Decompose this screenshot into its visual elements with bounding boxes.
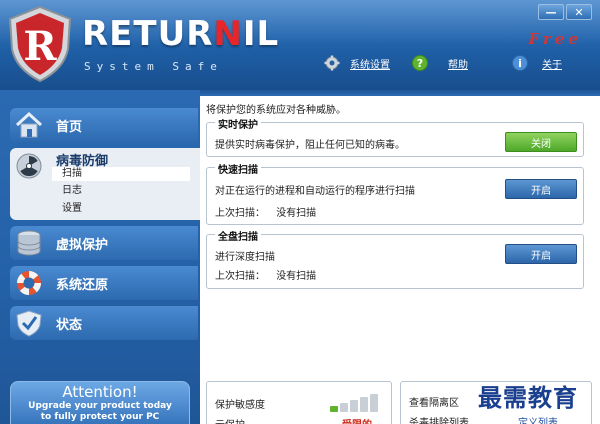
about-label: 关于 [542, 59, 562, 71]
sidebar-item-status[interactable]: 状态 [10, 306, 198, 340]
brand-tagline: System Safe [84, 60, 223, 73]
sidebar-item-virtual-protection[interactable]: 虚拟保护 [10, 226, 198, 260]
define-list-link[interactable]: 定义列表 [518, 414, 558, 424]
meter-bar [340, 403, 348, 412]
upgrade-title: Attention! [62, 383, 138, 401]
help-label: 帮助 [448, 59, 468, 71]
section-title: 实时保护 [215, 116, 261, 131]
sensitivity-level: 受限的 [342, 416, 372, 424]
about-link[interactable]: i 关于 [512, 55, 562, 71]
sensitivity-label: 保护敏感度 [215, 400, 265, 411]
section-description: 提供实时病毒保护，阻止任何已知的病毒。 [215, 140, 405, 151]
meter-bar [370, 394, 378, 412]
sidebar-item-system-restore[interactable]: 系统还原 [10, 266, 198, 300]
cloud-protection-label: 云保护 [215, 416, 245, 424]
section-title: 快速扫描 [215, 161, 261, 176]
sidebar-item-virus-defense[interactable]: 病毒防御 [10, 148, 200, 220]
svg-text:R: R [23, 23, 57, 70]
settings-link[interactable]: 系统设置 [324, 55, 390, 71]
sidebar-subitem-settings[interactable]: 设置 [52, 202, 82, 216]
window-controls: — ✕ [538, 4, 592, 20]
full-scan-start-button[interactable]: 开启 [505, 244, 577, 264]
section-description: 对正在运行的进程和自动运行的程序进行扫描 [215, 186, 415, 197]
upgrade-line-1: Upgrade your product today [28, 401, 172, 411]
brand-name: RETURNIL [82, 14, 280, 54]
meter-bar [360, 397, 368, 412]
app-window: R RETURNIL System Safe Free — ✕ 系统设置 ? 帮… [0, 0, 600, 424]
full-scan-section: 全盘扫描 进行深度扫描 上次扫描： 没有扫描 开启 [206, 228, 584, 289]
last-scan-row: 上次扫描： 没有扫描 [215, 204, 316, 219]
last-scan-value: 没有扫描 [276, 208, 317, 219]
info-icon: i [512, 55, 528, 71]
section-title: 全盘扫描 [215, 228, 261, 243]
close-button[interactable]: ✕ [566, 4, 592, 20]
sidebar-item-label: 状态 [56, 317, 83, 333]
section-description: 进行深度扫描 [215, 252, 275, 263]
upgrade-line-2: to fully protect your PC [40, 412, 160, 422]
help-link[interactable]: ? 帮助 [412, 55, 468, 71]
realtime-toggle-button[interactable]: 关闭 [505, 132, 577, 152]
realtime-protection-section: 实时保护 提供实时病毒保护，阻止任何已知的病毒。 关闭 [206, 116, 584, 157]
quick-scan-section: 快速扫描 对正在运行的进程和自动运行的程序进行扫描 上次扫描： 没有扫描 开启 [206, 161, 584, 225]
last-scan-label: 上次扫描： [215, 208, 265, 219]
home-icon [15, 111, 43, 138]
meter-bar [350, 400, 358, 412]
sidebar-item-label: 虚拟保护 [56, 237, 109, 253]
database-icon [17, 230, 41, 256]
watermark-text: 最需教育 [478, 383, 578, 412]
quick-scan-start-button[interactable]: 开启 [505, 179, 577, 199]
meter-bar [330, 406, 338, 412]
minimize-button[interactable]: — [538, 4, 564, 20]
last-scan-row: 上次扫描： 没有扫描 [215, 267, 316, 282]
lifebuoy-icon [17, 271, 41, 295]
sensitivity-meter[interactable] [330, 394, 378, 412]
sidebar-subitem-scan[interactable]: 扫描 [52, 167, 190, 181]
intro-text: 将保护您的系统应对各种威胁。 [206, 105, 346, 116]
sidebar-item-home[interactable]: 首页 [10, 108, 198, 142]
help-icon: ? [412, 55, 428, 71]
settings-label: 系统设置 [350, 59, 390, 71]
check-icon [16, 310, 42, 337]
gear-icon [324, 55, 340, 71]
sidebar-item-label: 首页 [56, 119, 83, 135]
sidebar-subitem-log[interactable]: 日志 [52, 184, 82, 198]
last-scan-value: 没有扫描 [276, 271, 317, 282]
upgrade-banner[interactable]: Attention! Upgrade your product today to… [10, 381, 190, 424]
header-bar: R RETURNIL System Safe Free — ✕ 系统设置 ? 帮… [0, 0, 600, 90]
sidebar-item-label: 系统还原 [56, 277, 109, 293]
radiation-icon [16, 153, 42, 179]
main-top-strip [200, 90, 600, 96]
shield-logo-icon: R [8, 5, 72, 83]
edition-label: Free [528, 30, 582, 48]
last-scan-label: 上次扫描： [215, 271, 265, 282]
exclusion-list-label: 杀毒排除列表 [409, 418, 469, 424]
quarantine-label: 查看隔离区 [409, 398, 459, 409]
